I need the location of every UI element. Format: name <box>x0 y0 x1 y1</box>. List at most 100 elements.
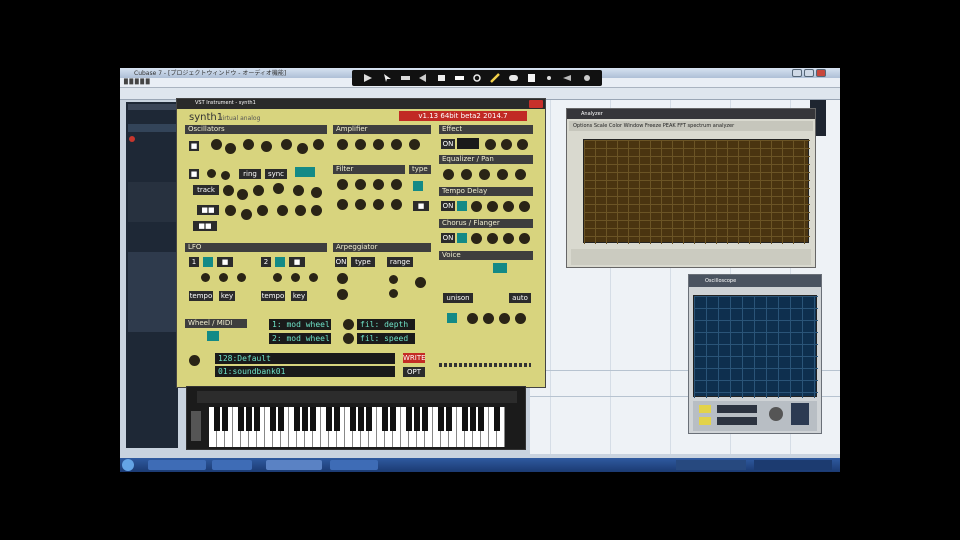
scope-button[interactable] <box>699 417 711 425</box>
osc-knob[interactable] <box>257 205 268 216</box>
range-icon[interactable] <box>400 73 411 83</box>
black-key[interactable] <box>302 407 308 431</box>
chorus-knob[interactable] <box>503 233 514 244</box>
taskbar-item[interactable] <box>148 460 206 470</box>
voice-knob[interactable] <box>467 313 478 324</box>
scope-controls[interactable] <box>693 401 817 431</box>
black-key[interactable] <box>214 407 220 431</box>
black-key[interactable] <box>222 407 228 431</box>
auto-button[interactable]: auto <box>509 293 531 303</box>
osc-knob[interactable] <box>253 185 264 196</box>
filter-knob[interactable] <box>355 199 366 210</box>
eraser-icon[interactable] <box>454 73 465 83</box>
oscilloscope-window[interactable]: Oscilloscope <box>688 274 822 434</box>
volume-knob[interactable] <box>189 355 200 366</box>
time-warp-icon[interactable] <box>526 73 537 83</box>
lfo-knob[interactable] <box>291 273 300 282</box>
voice-count-display[interactable] <box>493 263 507 273</box>
chorus-type-switch[interactable] <box>457 233 467 243</box>
glue-icon[interactable] <box>436 73 447 83</box>
sync-button[interactable]: sync <box>265 169 287 179</box>
lfo2-dest-button[interactable]: ■ <box>289 257 305 267</box>
track-name[interactable] <box>128 124 176 132</box>
scope-button[interactable] <box>699 405 711 413</box>
scope-knob[interactable] <box>769 407 783 421</box>
chorus-knob[interactable] <box>471 233 482 244</box>
osc-knob[interactable] <box>223 185 234 196</box>
effect-on-button[interactable]: ON <box>441 139 455 149</box>
delay-knob[interactable] <box>503 201 514 212</box>
filter-knob[interactable] <box>355 179 366 190</box>
taskbar-item[interactable] <box>266 460 322 470</box>
arp-knob[interactable] <box>337 289 348 300</box>
lfo-knob[interactable] <box>309 273 318 282</box>
osc-knob[interactable] <box>243 139 254 150</box>
track-button[interactable]: track <box>193 185 219 195</box>
keyboard-window[interactable] <box>186 386 526 450</box>
wheel-target-2[interactable]: fil: speed <box>357 333 415 344</box>
chorus-knob[interactable] <box>487 233 498 244</box>
delay-knob[interactable] <box>471 201 482 212</box>
osc-knob[interactable] <box>277 205 288 216</box>
black-key[interactable] <box>326 407 332 431</box>
analyzer-controls[interactable] <box>571 249 811 265</box>
amp-knob[interactable] <box>409 139 420 150</box>
black-key[interactable] <box>294 407 300 431</box>
bank-name-display[interactable]: 01:soundbank01 <box>215 366 395 377</box>
black-key[interactable] <box>246 407 252 431</box>
eq-knob[interactable] <box>461 169 472 180</box>
black-key[interactable] <box>414 407 420 431</box>
black-key[interactable] <box>422 407 428 431</box>
system-tray[interactable] <box>676 460 746 470</box>
osc-knob[interactable] <box>311 205 322 216</box>
effect-knob[interactable] <box>485 139 496 150</box>
lfo2-button[interactable]: 2 <box>261 257 271 267</box>
black-key[interactable] <box>390 407 396 431</box>
osc-knob[interactable] <box>313 139 324 150</box>
voice-knob[interactable] <box>483 313 494 324</box>
amp-knob[interactable] <box>355 139 366 150</box>
black-key[interactable] <box>254 407 260 431</box>
voice-knob[interactable] <box>499 313 510 324</box>
osc-knob[interactable] <box>241 209 252 220</box>
menu-items[interactable]: █ █ █ █ █ <box>124 79 150 85</box>
voice-knob[interactable] <box>515 313 526 324</box>
draw-icon[interactable] <box>490 73 501 83</box>
lfo1-dest-button[interactable]: ■ <box>217 257 233 267</box>
lfo1-tempo-button[interactable]: tempo <box>189 291 213 301</box>
effect-knob[interactable] <box>501 139 512 150</box>
effect-knob[interactable] <box>517 139 528 150</box>
amp-knob[interactable] <box>373 139 384 150</box>
osc-knob[interactable] <box>273 183 284 194</box>
lfo2-wave-switch[interactable] <box>275 257 285 267</box>
wheel-slot-1[interactable]: 1: mod wheel <box>269 319 331 330</box>
mute-icon[interactable] <box>508 73 519 83</box>
synth1-window[interactable]: VST Instrument - synth1 synth1 virtual a… <box>176 98 546 388</box>
lfo-knob[interactable] <box>201 273 210 282</box>
delay-on-button[interactable]: ON <box>441 201 455 211</box>
lfo1-key-button[interactable]: key <box>219 291 235 301</box>
opt-button[interactable]: OPT <box>403 367 425 377</box>
filter-knob[interactable] <box>391 199 402 210</box>
osc-knob[interactable] <box>237 189 248 200</box>
lfo-knob[interactable] <box>237 273 246 282</box>
lfo1-wave-switch[interactable] <box>203 257 213 267</box>
arp-knob[interactable] <box>389 289 398 298</box>
eq-knob[interactable] <box>497 169 508 180</box>
osc-knob[interactable] <box>281 139 292 150</box>
osc2-wave-button[interactable]: ■ <box>189 169 199 179</box>
synth-close-button[interactable] <box>529 100 543 108</box>
black-key[interactable] <box>310 407 316 431</box>
osc-dest-button[interactable]: ■■ <box>193 221 217 231</box>
black-key[interactable] <box>358 407 364 431</box>
arp-knob[interactable] <box>389 275 398 284</box>
osc-knob[interactable] <box>295 205 306 216</box>
eq-knob[interactable] <box>515 169 526 180</box>
lfo1-button[interactable]: 1 <box>189 257 199 267</box>
filter-knob[interactable] <box>337 199 348 210</box>
analyzer-window[interactable]: Analyzer Options Scale Color Window Free… <box>566 108 816 268</box>
arp-on-button[interactable]: ON <box>335 257 347 267</box>
record-icon[interactable] <box>129 136 135 142</box>
wheel-amount-knob[interactable] <box>343 319 354 330</box>
wheel-switch[interactable] <box>207 331 219 341</box>
